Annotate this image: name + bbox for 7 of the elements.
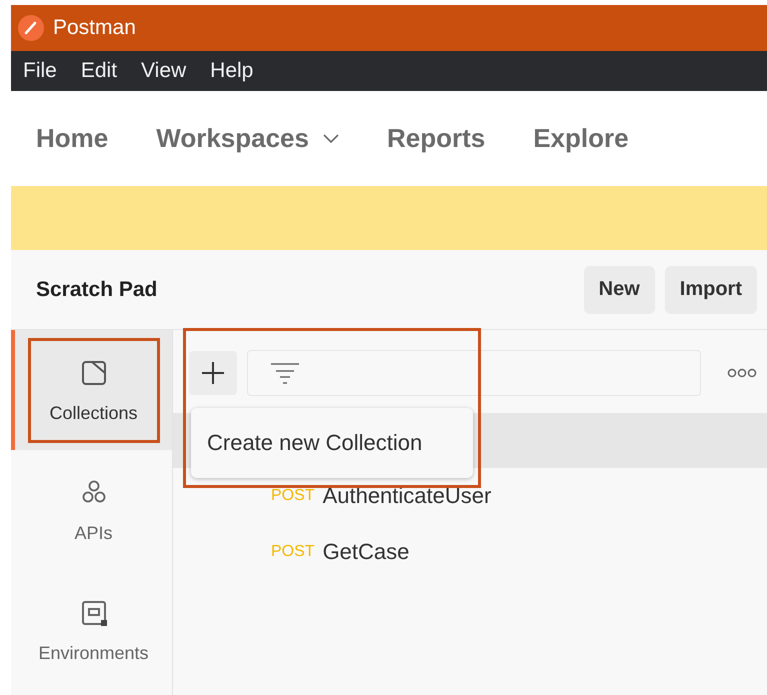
tooltip: Create new Collection [191, 408, 473, 478]
method-label: POST [271, 487, 315, 505]
request-name: GetCase [322, 539, 410, 565]
method-label: POST [271, 543, 315, 561]
request-name: AuthenticateUser [322, 483, 492, 509]
window-title: Postman [53, 16, 136, 40]
workspace-title: Scratch Pad [36, 278, 158, 302]
